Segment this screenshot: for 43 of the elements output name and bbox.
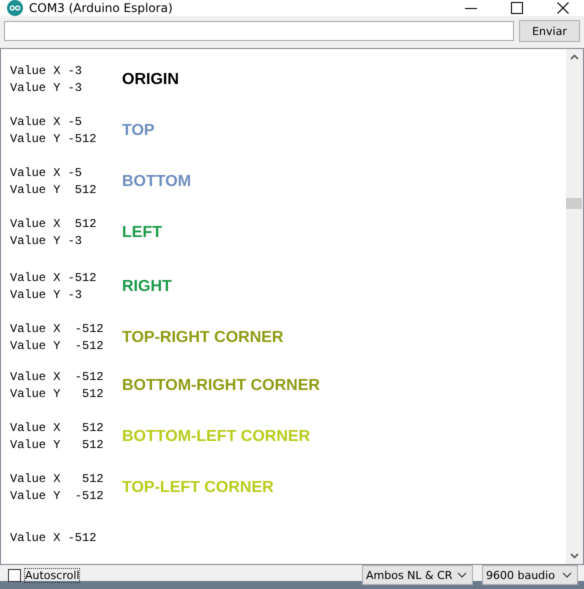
annotation-label: TOP-RIGHT CORNER bbox=[122, 328, 284, 346]
output-line: Value Y 512 bbox=[10, 386, 105, 402]
chevron-down-icon bbox=[562, 572, 572, 578]
output-line: Value Y 512 bbox=[10, 436, 105, 454]
chevron-down-icon bbox=[457, 572, 467, 578]
output-line: Value X -5 bbox=[10, 114, 84, 130]
scrollbar[interactable] bbox=[566, 49, 583, 564]
annotation-label: BOTTOM-LEFT CORNER bbox=[122, 428, 310, 446]
annotation-label: BOTTOM-RIGHT CORNER bbox=[122, 376, 320, 394]
annotation-label: LEFT bbox=[122, 224, 162, 242]
output-line: Value X -3 bbox=[10, 62, 84, 80]
output-line: Value Y -512 bbox=[10, 338, 105, 354]
output-line: Value X -5 bbox=[10, 164, 84, 182]
checkbox[interactable] bbox=[8, 568, 21, 582]
maximize-icon[interactable] bbox=[511, 2, 523, 14]
output-line: Value Y -3 bbox=[10, 232, 84, 250]
output-line: Value X 512 bbox=[10, 216, 98, 232]
baud-rate-dropdown[interactable]: 9600 baudio bbox=[482, 565, 578, 585]
annotation-label: BOTTOM bbox=[122, 172, 192, 190]
annotation-label: ORIGIN bbox=[122, 70, 179, 88]
annotation-label: TOP bbox=[122, 122, 155, 140]
output-line: Value X 512 bbox=[10, 470, 105, 488]
output-line: Value X -512 bbox=[10, 320, 105, 338]
input-field[interactable] bbox=[4, 21, 514, 41]
close-icon[interactable] bbox=[557, 2, 569, 14]
annotation-label: RIGHT bbox=[122, 278, 172, 296]
output-line: Value X -512 bbox=[10, 530, 98, 547]
output-line: Value Y -512 bbox=[10, 488, 105, 504]
output-line: Value X -512 bbox=[10, 270, 98, 286]
line-ending-dropdown[interactable]: Ambos NL & CR bbox=[362, 565, 473, 585]
output-line: Value Y -3 bbox=[10, 80, 84, 96]
scroll-thumb[interactable] bbox=[566, 198, 582, 209]
output-line: Value Y -3 bbox=[10, 286, 84, 304]
window-title: COM3 (Arduino Esplora) bbox=[29, 1, 173, 15]
output-line: Value X -512 bbox=[10, 368, 105, 386]
autoscroll-label[interactable]: Autoscroll bbox=[25, 568, 80, 582]
annotation-label: TOP-LEFT CORNER bbox=[122, 478, 274, 496]
scroll-up-icon[interactable] bbox=[570, 54, 579, 60]
output-line: Value Y 512 bbox=[10, 182, 98, 198]
send-button[interactable]: Enviar bbox=[519, 20, 580, 42]
output-line: Value Y -512 bbox=[10, 130, 98, 148]
scroll-down-icon[interactable] bbox=[570, 553, 579, 559]
output-line: Value X 512 bbox=[10, 420, 105, 436]
